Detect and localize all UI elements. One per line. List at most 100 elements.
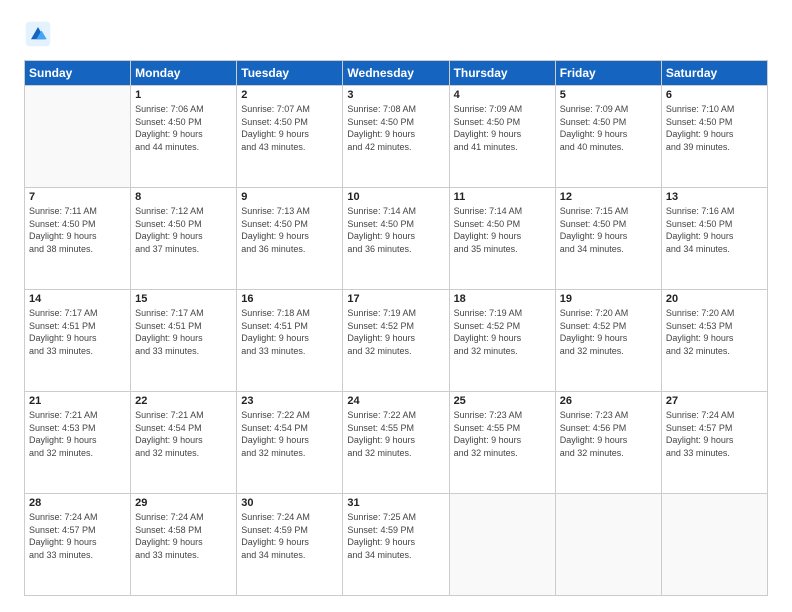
day-cell: 11Sunrise: 7:14 AM Sunset: 4:50 PM Dayli… — [449, 188, 555, 290]
day-number: 16 — [241, 293, 338, 305]
day-cell: 18 Sunrise: 7:19 AM Sunset: 4:52 PM Dayli… — [449, 290, 555, 392]
day-info: Sunrise: 7:16 AM Sunset: 4:50 PM Dayligh… — [666, 205, 763, 255]
day-number: 24 — [347, 395, 444, 407]
header-cell-tuesday: Tuesday — [237, 61, 343, 86]
day-info: Sunrise: 7:17 AM Sunset: 4:51 PM Dayligh… — [135, 307, 232, 357]
day-cell: 20 Sunrise: 7:20 AM Sunset: 4:53 PM Dayli… — [661, 290, 767, 392]
day-number: 30 — [241, 497, 338, 509]
day-cell: 22 Sunrise: 7:21 AM Sunset: 4:54 PM Dayli… — [131, 392, 237, 494]
day-info: Sunrise: 7:18 AM Sunset: 4:51 PM Dayligh… — [241, 307, 338, 357]
day-info: Sunrise: 7:22 AM Sunset: 4:55 PM Dayligh… — [347, 409, 444, 459]
day-number: 1 — [135, 89, 232, 101]
day-number: 10 — [347, 191, 444, 203]
day-number: 25 — [454, 395, 551, 407]
day-cell — [25, 86, 131, 188]
day-info: Sunrise: 7:17 AM Sunset: 4:51 PM Dayligh… — [29, 307, 126, 357]
week-row-2: 14 Sunrise: 7:17 AM Sunset: 4:51 PM Dayli… — [25, 290, 768, 392]
header-cell-thursday: Thursday — [449, 61, 555, 86]
day-number: 8 — [135, 191, 232, 203]
day-info: Sunrise: 7:15 AM Sunset: 4:50 PM Dayligh… — [560, 205, 657, 255]
day-cell: 4 Sunrise: 7:09 AM Sunset: 4:50 PM Daylig… — [449, 86, 555, 188]
day-cell: 3 Sunrise: 7:08 AM Sunset: 4:50 PM Daylig… — [343, 86, 449, 188]
week-row-1: 7 Sunrise: 7:11 AM Sunset: 4:50 PM Daylig… — [25, 188, 768, 290]
day-cell — [449, 494, 555, 596]
day-cell: 2 Sunrise: 7:07 AM Sunset: 4:50 PM Daylig… — [237, 86, 343, 188]
header-cell-friday: Friday — [555, 61, 661, 86]
day-cell: 10 Sunrise: 7:14 AM Sunset: 4:50 PM Dayli… — [343, 188, 449, 290]
day-cell: 9 Sunrise: 7:13 AM Sunset: 4:50 PM Daylig… — [237, 188, 343, 290]
day-number: 5 — [560, 89, 657, 101]
day-number: 19 — [560, 293, 657, 305]
day-cell: 31 Sunrise: 7:25 AM Sunset: 4:59 PM Dayli… — [343, 494, 449, 596]
logo — [24, 20, 56, 48]
day-info: Sunrise: 7:09 AM Sunset: 4:50 PM Dayligh… — [454, 103, 551, 153]
day-cell — [555, 494, 661, 596]
day-info: Sunrise: 7:10 AM Sunset: 4:50 PM Dayligh… — [666, 103, 763, 153]
day-number: 20 — [666, 293, 763, 305]
day-number: 9 — [241, 191, 338, 203]
day-number: 29 — [135, 497, 232, 509]
day-cell: 13 Sunrise: 7:16 AM Sunset: 4:50 PM Dayli… — [661, 188, 767, 290]
day-number: 27 — [666, 395, 763, 407]
day-cell: 25Sunrise: 7:23 AM Sunset: 4:55 PM Dayli… — [449, 392, 555, 494]
day-number: 23 — [241, 395, 338, 407]
day-cell: 1 Sunrise: 7:06 AM Sunset: 4:50 PM Daylig… — [131, 86, 237, 188]
day-info: Sunrise: 7:20 AM Sunset: 4:52 PM Dayligh… — [560, 307, 657, 357]
day-cell: 19 Sunrise: 7:20 AM Sunset: 4:52 PM Dayli… — [555, 290, 661, 392]
header-cell-wednesday: Wednesday — [343, 61, 449, 86]
day-cell — [661, 494, 767, 596]
day-info: Sunrise: 7:08 AM Sunset: 4:50 PM Dayligh… — [347, 103, 444, 153]
day-number: 26 — [560, 395, 657, 407]
week-row-3: 21Sunrise: 7:21 AM Sunset: 4:53 PM Dayli… — [25, 392, 768, 494]
day-info: Sunrise: 7:25 AM Sunset: 4:59 PM Dayligh… — [347, 511, 444, 561]
header-cell-monday: Monday — [131, 61, 237, 86]
day-number: 3 — [347, 89, 444, 101]
day-cell: 7 Sunrise: 7:11 AM Sunset: 4:50 PM Daylig… — [25, 188, 131, 290]
header-row: SundayMondayTuesdayWednesdayThursdayFrid… — [25, 61, 768, 86]
day-number: 13 — [666, 191, 763, 203]
day-info: Sunrise: 7:22 AM Sunset: 4:54 PM Dayligh… — [241, 409, 338, 459]
day-number: 15 — [135, 293, 232, 305]
day-number: 4 — [454, 89, 551, 101]
day-cell: 27 Sunrise: 7:24 AM Sunset: 4:57 PM Dayli… — [661, 392, 767, 494]
day-number: 17 — [347, 293, 444, 305]
day-info: Sunrise: 7:07 AM Sunset: 4:50 PM Dayligh… — [241, 103, 338, 153]
calendar-header: SundayMondayTuesdayWednesdayThursdayFrid… — [25, 61, 768, 86]
day-info: Sunrise: 7:14 AM Sunset: 4:50 PM Dayligh… — [347, 205, 444, 255]
day-info: Sunrise: 7:24 AM Sunset: 4:57 PM Dayligh… — [666, 409, 763, 459]
day-cell: 15 Sunrise: 7:17 AM Sunset: 4:51 PM Dayli… — [131, 290, 237, 392]
day-number: 7 — [29, 191, 126, 203]
day-info: Sunrise: 7:24 AM Sunset: 4:57 PM Dayligh… — [29, 511, 126, 561]
day-number: 2 — [241, 89, 338, 101]
day-number: 14 — [29, 293, 126, 305]
day-number: 18 — [454, 293, 551, 305]
day-info: Sunrise: 7:24 AM Sunset: 4:59 PM Dayligh… — [241, 511, 338, 561]
day-cell: 23 Sunrise: 7:22 AM Sunset: 4:54 PM Dayli… — [237, 392, 343, 494]
day-cell: 6 Sunrise: 7:10 AM Sunset: 4:50 PM Daylig… — [661, 86, 767, 188]
header-cell-sunday: Sunday — [25, 61, 131, 86]
day-info: Sunrise: 7:23 AM Sunset: 4:56 PM Dayligh… — [560, 409, 657, 459]
day-info: Sunrise: 7:21 AM Sunset: 4:54 PM Dayligh… — [135, 409, 232, 459]
day-info: Sunrise: 7:06 AM Sunset: 4:50 PM Dayligh… — [135, 103, 232, 153]
day-info: Sunrise: 7:20 AM Sunset: 4:53 PM Dayligh… — [666, 307, 763, 357]
day-number: 22 — [135, 395, 232, 407]
day-number: 31 — [347, 497, 444, 509]
day-info: Sunrise: 7:19 AM Sunset: 4:52 PM Dayligh… — [454, 307, 551, 357]
day-cell: 24 Sunrise: 7:22 AM Sunset: 4:55 PM Dayli… — [343, 392, 449, 494]
week-row-0: 1 Sunrise: 7:06 AM Sunset: 4:50 PM Daylig… — [25, 86, 768, 188]
header-cell-saturday: Saturday — [661, 61, 767, 86]
page: SundayMondayTuesdayWednesdayThursdayFrid… — [0, 0, 792, 612]
header — [24, 20, 768, 48]
logo-icon — [24, 20, 52, 48]
day-number: 6 — [666, 89, 763, 101]
day-number: 12 — [560, 191, 657, 203]
day-info: Sunrise: 7:11 AM Sunset: 4:50 PM Dayligh… — [29, 205, 126, 255]
day-cell: 29Sunrise: 7:24 AM Sunset: 4:58 PM Dayli… — [131, 494, 237, 596]
day-cell: 5 Sunrise: 7:09 AM Sunset: 4:50 PM Daylig… — [555, 86, 661, 188]
day-info: Sunrise: 7:12 AM Sunset: 4:50 PM Dayligh… — [135, 205, 232, 255]
day-cell: 17Sunrise: 7:19 AM Sunset: 4:52 PM Dayli… — [343, 290, 449, 392]
day-info: Sunrise: 7:09 AM Sunset: 4:50 PM Dayligh… — [560, 103, 657, 153]
day-cell: 26 Sunrise: 7:23 AM Sunset: 4:56 PM Dayli… — [555, 392, 661, 494]
calendar-table: SundayMondayTuesdayWednesdayThursdayFrid… — [24, 60, 768, 596]
day-info: Sunrise: 7:13 AM Sunset: 4:50 PM Dayligh… — [241, 205, 338, 255]
